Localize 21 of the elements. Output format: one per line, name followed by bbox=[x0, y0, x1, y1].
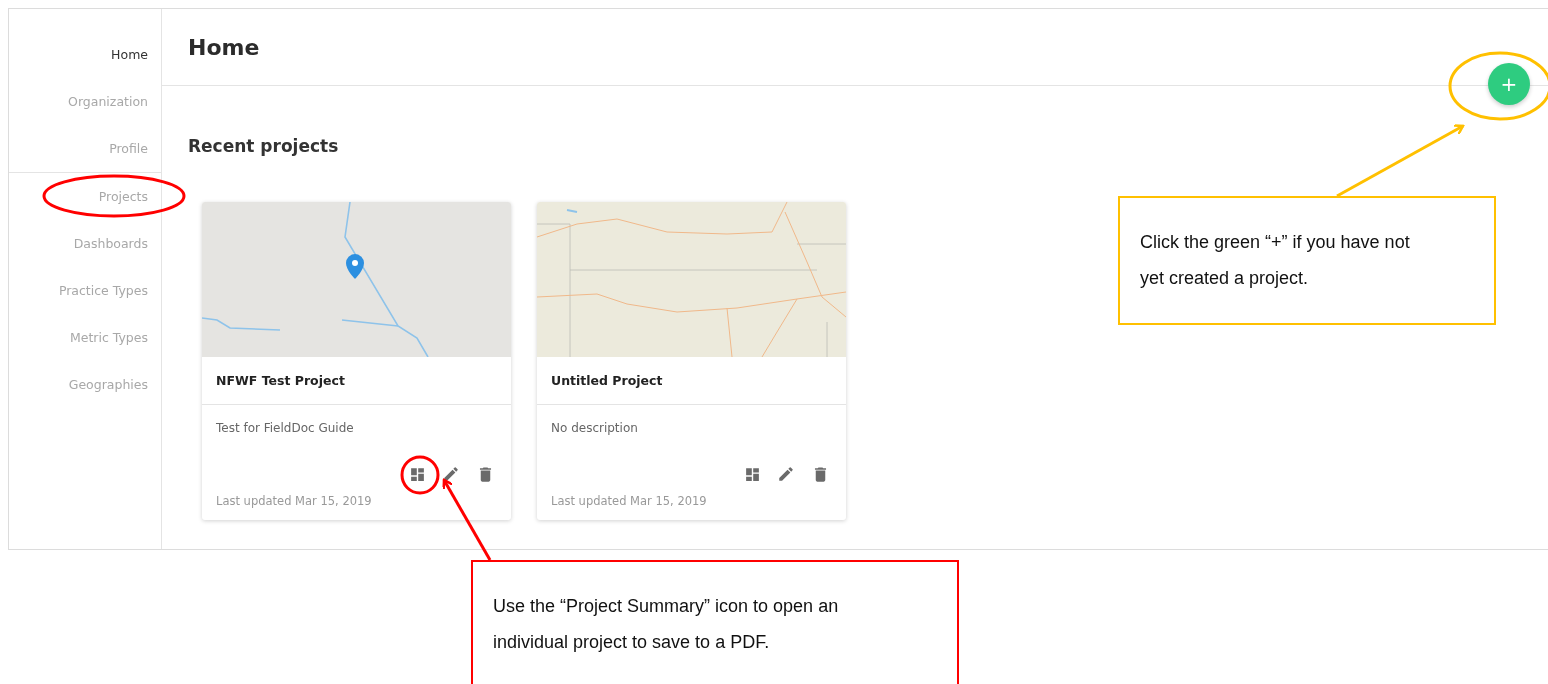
project-title[interactable]: NFWF Test Project bbox=[202, 357, 511, 405]
sidebar-item[interactable]: Dashboards bbox=[9, 220, 161, 267]
callout-note: Click the green “+” if you have not yet created a project. bbox=[1118, 196, 1496, 325]
add-button[interactable]: + bbox=[1488, 63, 1530, 105]
project-description: No description bbox=[551, 421, 639, 437]
section-title: Recent projects bbox=[188, 136, 340, 156]
last-updated-text: Last updated Mar 15, 2019 bbox=[216, 494, 373, 508]
project-title[interactable]: Untitled Project bbox=[537, 357, 846, 405]
last-updated-text: Last updated Mar 15, 2019 bbox=[551, 494, 708, 508]
callout-note: Use the “Project Summary” icon to open an individual project to save to a PDF. bbox=[471, 560, 959, 684]
sidebar-item[interactable]: Profile bbox=[9, 125, 161, 172]
sidebar-item[interactable]: Organization bbox=[9, 78, 161, 125]
sidebar-item[interactable]: Practice Types bbox=[9, 267, 161, 314]
map-pin-icon bbox=[346, 254, 364, 279]
highlight-ellipse bbox=[400, 455, 440, 495]
sidebar-item[interactable]: Metric Types bbox=[9, 314, 161, 361]
sidebar-item[interactable]: Geographies bbox=[9, 361, 161, 408]
page-title: Home bbox=[188, 34, 260, 60]
sidebar-item[interactable]: Home bbox=[9, 31, 161, 78]
sidebar-item[interactable]: Projects bbox=[9, 173, 161, 220]
project-description: Test for FieldDoc Guide bbox=[216, 421, 355, 437]
